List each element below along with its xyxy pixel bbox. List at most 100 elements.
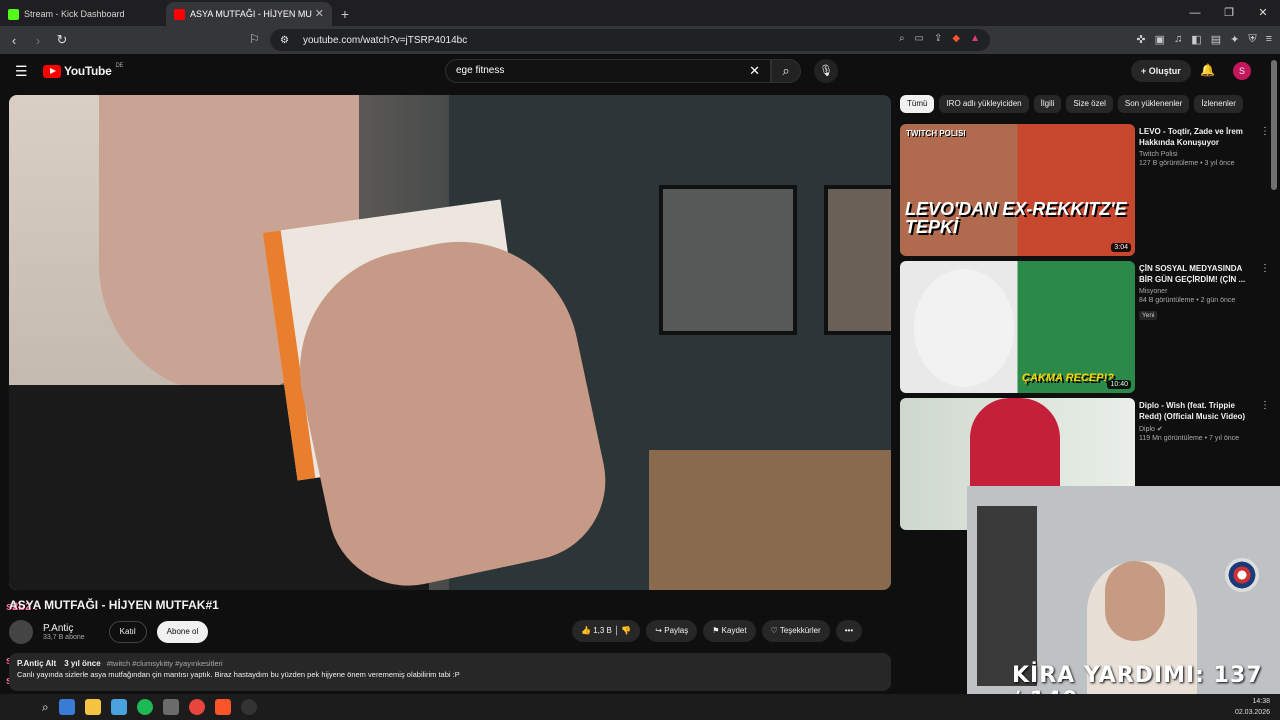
hamburger-menu-icon[interactable]: ☰ xyxy=(15,63,28,80)
chip-watched[interactable]: İzlenenler xyxy=(1194,95,1243,113)
recommendation-title[interactable]: ÇİN SOSYAL MEDYASINDA BİR GÜN GEÇİRDİM! … xyxy=(1139,263,1255,285)
scrollbar[interactable] xyxy=(1271,60,1277,190)
video-wall-frame xyxy=(824,185,891,335)
brave-shield-icon[interactable]: ◆ xyxy=(952,33,960,44)
recommendation-stats: 119 Mn görüntüleme • 7 yıl önce xyxy=(1139,435,1239,442)
save-button[interactable]: ⚑ Kaydet xyxy=(703,620,756,642)
chip-all[interactable]: Tümü xyxy=(900,95,935,113)
more-options-icon[interactable]: ⋮ xyxy=(1260,263,1270,274)
extensions-icon[interactable]: ✜ xyxy=(1136,33,1145,46)
recommendation-meta: Diplo - Wish (feat. Trippie Redd) (Offic… xyxy=(1139,400,1255,442)
description-text: Canlı yayında sizlerle asya mutfağından … xyxy=(17,670,460,679)
thumb-text: LEVO'DAN EX-REKKITZ'E TEPKİ xyxy=(905,199,1127,237)
recommendation-channel[interactable]: Twitch Polisi xyxy=(1139,151,1255,158)
webcam-door xyxy=(977,506,1037,686)
menu-icon[interactable]: ≡ xyxy=(1266,33,1272,46)
save-label: Kaydet xyxy=(721,626,747,635)
recommendation-channel[interactable]: Misyoner xyxy=(1139,288,1255,295)
join-button[interactable]: Katıl xyxy=(108,621,147,643)
create-button[interactable]: + Oluştur xyxy=(1131,60,1191,82)
share-icon[interactable]: ⇪ xyxy=(934,33,942,44)
restore-icon[interactable]: ❐ xyxy=(1212,0,1246,26)
site-info-icon[interactable]: ⚙ xyxy=(280,35,289,46)
recommendation-item[interactable]: ÇAKMA RECEP!? 10:40 ÇİN SOSYAL MEDYASIND… xyxy=(900,261,1270,393)
chip-for-you[interactable]: Size özel xyxy=(1066,95,1113,113)
close-tab-icon[interactable]: ✕ xyxy=(315,7,324,20)
file-explorer-icon[interactable] xyxy=(84,699,101,715)
subscribe-button[interactable]: Abone ol xyxy=(156,621,209,643)
views: 119 Mn görüntüleme xyxy=(1139,435,1203,442)
minimize-icon[interactable]: — xyxy=(1178,0,1212,26)
recommendation-channel[interactable]: Diplo ✔ xyxy=(1139,425,1255,433)
like-count: 1,3 B xyxy=(593,626,612,635)
video-description[interactable]: P.Antiç Alt 3 yıl önce #twitch #clumsyki… xyxy=(9,653,891,691)
tab-kick[interactable]: Stream - Kick Dashboard xyxy=(0,2,166,26)
screenshot-icon[interactable]: ▣ xyxy=(1155,33,1165,46)
video-table xyxy=(649,450,891,590)
close-window-icon[interactable]: ✕ xyxy=(1246,0,1280,26)
microphone-icon[interactable]: 🎙 xyxy=(814,59,838,83)
video-duration: 3:04 xyxy=(1111,243,1131,252)
bookmark-icon[interactable]: ⚐ xyxy=(249,32,260,46)
search-icon[interactable]: ⌕ xyxy=(42,700,49,715)
notifications-bell-icon[interactable]: 🔔 xyxy=(1200,63,1215,77)
share-label: Paylaş xyxy=(664,626,689,635)
more-options-icon[interactable]: ⋮ xyxy=(1260,400,1270,411)
description-views: P.Antiç Alt xyxy=(17,659,57,668)
dislike-icon[interactable]: 👎 xyxy=(621,626,631,635)
obs-icon[interactable] xyxy=(240,699,257,715)
chip-recent[interactable]: Son yüklenenler xyxy=(1117,95,1190,113)
share-button[interactable]: ↪ Paylaş xyxy=(646,620,698,642)
new-tab-button[interactable]: + xyxy=(332,6,358,22)
sidebar-icon[interactable]: ◧ xyxy=(1191,33,1201,46)
more-actions-icon[interactable]: ••• xyxy=(835,620,863,642)
music-icon[interactable]: ♫ xyxy=(1174,33,1182,46)
chip-related[interactable]: İlgili xyxy=(1033,95,1062,113)
thumb-tag: TWITCH POLISI xyxy=(906,129,966,138)
recommendation-title[interactable]: LEVO - Toqtir, Zade ve İrem Hakkında Kon… xyxy=(1139,126,1255,148)
reload-icon[interactable]: ↻ xyxy=(52,32,72,48)
description-tags[interactable]: #twitch #clumsykitty #yayınkesitleri xyxy=(107,659,223,668)
description-date: 3 yıl önce xyxy=(64,659,101,668)
recommendation-item[interactable]: TWITCH POLISI LEVO'DAN EX-REKKITZ'E TEPK… xyxy=(900,124,1270,256)
tab-youtube[interactable]: ASYA MUTFAĞI - HİJYEN MU ✕ xyxy=(166,2,332,26)
extension-icons: ✜ ▣ ♫ ◧ ▤ ✦ ⛨ ≡ xyxy=(1136,33,1272,46)
search-input[interactable]: ege fitness ✕ xyxy=(445,59,771,83)
recommendation-title[interactable]: Diplo - Wish (feat. Trippie Redd) (Offic… xyxy=(1139,400,1255,422)
vpn-icon[interactable]: ⛨ xyxy=(1248,33,1256,46)
like-button[interactable]: 👍 1,3 B │ 👎 xyxy=(572,620,641,642)
zoom-icon[interactable]: ⌕ xyxy=(899,33,905,44)
account-avatar[interactable]: S xyxy=(1233,62,1251,80)
webcam-person-head xyxy=(1105,561,1165,641)
more-options-icon[interactable]: ⋮ xyxy=(1260,126,1270,137)
clear-search-icon[interactable]: ✕ xyxy=(749,63,760,79)
search-value: ege fitness xyxy=(456,65,505,76)
video-thumbnail[interactable]: TWITCH POLISI LEVO'DAN EX-REKKITZ'E TEPK… xyxy=(900,124,1135,256)
brave-rewards-icon[interactable]: ▲ xyxy=(970,33,980,44)
address-bar[interactable]: ⚙ youtube.com/watch?v=jTSRP4014bc ⌕ ▭ ⇪ … xyxy=(270,29,990,51)
channel-row: P.Antiç 33,7 B abone Katıl Abone ol xyxy=(9,620,209,644)
forward-icon[interactable]: › xyxy=(28,33,48,48)
app-icon[interactable] xyxy=(110,699,127,715)
chrome-icon[interactable] xyxy=(188,699,205,715)
channel-name[interactable]: P.Antiç xyxy=(43,623,73,634)
search-icon[interactable]: ⌕ xyxy=(771,59,801,83)
tab-label: Stream - Kick Dashboard xyxy=(24,9,125,19)
app-icon[interactable] xyxy=(58,699,75,715)
channel-avatar[interactable] xyxy=(9,620,33,644)
system-clock[interactable]: 14:38 02.03.2026 xyxy=(1235,696,1270,718)
cast-icon[interactable]: ▭ xyxy=(915,33,924,44)
spotify-icon[interactable] xyxy=(136,699,153,715)
thanks-button[interactable]: ♡ Teşekkürler xyxy=(761,620,830,642)
wallet-icon[interactable]: ▤ xyxy=(1211,33,1221,46)
leo-icon[interactable]: ✦ xyxy=(1230,33,1239,46)
youtube-logo[interactable]: YouTube DE xyxy=(43,63,123,78)
back-icon[interactable]: ‹ xyxy=(4,33,24,48)
video-player[interactable] xyxy=(9,95,891,590)
url-text: youtube.com/watch?v=jTSRP4014bc xyxy=(302,34,468,46)
brave-icon[interactable] xyxy=(214,699,231,715)
chip-from-uploader[interactable]: IRO adlı yükleyiciden xyxy=(939,95,1029,113)
video-duration: 10:40 xyxy=(1107,380,1131,389)
calculator-icon[interactable] xyxy=(162,699,179,715)
video-thumbnail[interactable]: ÇAKMA RECEP!? 10:40 xyxy=(900,261,1135,393)
